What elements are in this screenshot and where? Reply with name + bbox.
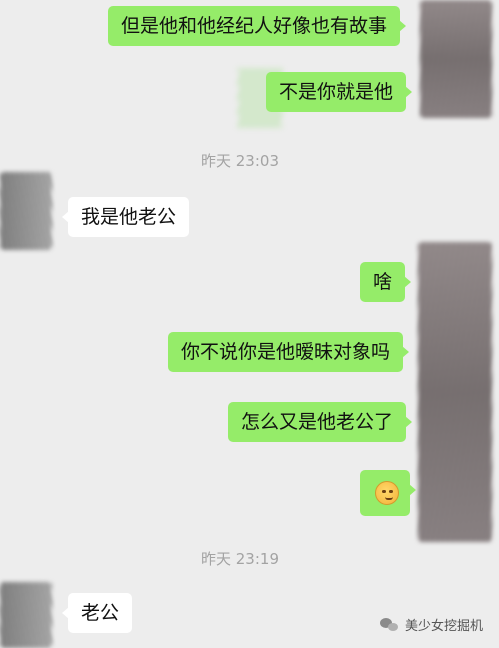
- thinking-face-emoji-icon: [375, 481, 399, 505]
- chat-window: 但是他和他经纪人好像也有故事 不是你就是他 昨天 23:03 我是他老公 啥 你…: [0, 0, 499, 648]
- message-bubble-2[interactable]: 不是你就是他: [266, 72, 413, 112]
- timestamp: 昨天 23:19: [201, 550, 279, 568]
- my-avatar-middle[interactable]: [418, 242, 492, 542]
- message-bubble-3[interactable]: 我是他老公: [61, 197, 190, 237]
- watermark-text: 美少女挖掘机: [405, 619, 484, 634]
- message-bubble-5[interactable]: 你不说你是他暧昧对象吗: [168, 332, 410, 372]
- contact-avatar-bottom[interactable]: [0, 582, 52, 648]
- watermark: 美少女挖掘机: [380, 615, 483, 634]
- message-bubble-4[interactable]: 啥: [360, 262, 412, 302]
- message-bubble-8[interactable]: 老公: [61, 593, 133, 633]
- contact-avatar[interactable]: [0, 172, 52, 250]
- wechat-logo-icon: [380, 617, 400, 633]
- message-bubble-1[interactable]: 但是他和他经纪人好像也有故事: [108, 6, 407, 46]
- timestamp: 昨天 23:03: [201, 152, 279, 170]
- my-avatar-top[interactable]: [420, 0, 492, 118]
- message-bubble-6[interactable]: 怎么又是他老公了: [228, 402, 413, 442]
